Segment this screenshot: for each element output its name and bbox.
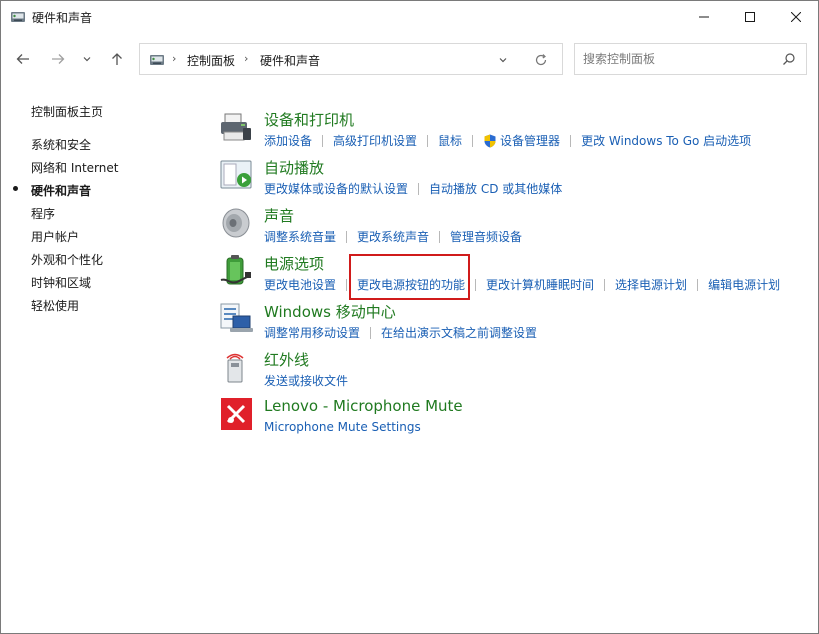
recent-locations-button[interactable]	[77, 47, 97, 71]
control-panel-icon	[149, 52, 165, 68]
change-media-defaults-link[interactable]: 更改媒体或设备的默认设置	[264, 180, 408, 197]
window-title: 硬件和声音	[32, 11, 93, 25]
sidebar-item-appearance[interactable]: 外观和个性化	[31, 251, 103, 268]
link-separator	[346, 230, 348, 243]
sound-title[interactable]: 声音	[264, 205, 294, 226]
infrared-icon[interactable]	[219, 350, 253, 384]
forward-button[interactable]	[46, 47, 70, 71]
arrow-up-icon	[112, 53, 122, 65]
devices-printers-title[interactable]: 设备和打印机	[264, 109, 354, 130]
breadcrumb-control-panel[interactable]: 控制面板	[187, 52, 235, 69]
autoplay-title[interactable]: 自动播放	[264, 157, 324, 178]
mouse-link[interactable]: 鼠标	[438, 132, 462, 149]
link-separator	[604, 278, 606, 291]
close-button[interactable]	[773, 1, 819, 33]
mobility-center-links: 调整常用移动设置 在给出演示文稿之前调整设置	[264, 324, 537, 341]
search-input[interactable]	[583, 50, 773, 68]
back-button[interactable]	[11, 47, 35, 71]
change-system-sounds-link[interactable]: 更改系统声音	[357, 228, 429, 245]
control-panel-icon	[10, 9, 26, 25]
autoplay-cd-link[interactable]: 自动播放 CD 或其他媒体	[429, 180, 562, 197]
search-icon[interactable]	[782, 52, 798, 68]
send-receive-files-link[interactable]: 发送或接收文件	[264, 372, 348, 389]
sidebar-item-system-security[interactable]: 系统和安全	[31, 136, 91, 153]
manage-audio-devices-link[interactable]: 管理音频设备	[450, 228, 522, 245]
link-separator	[370, 326, 372, 339]
title-bar[interactable]: 硬件和声音	[1, 1, 818, 33]
minimize-button[interactable]	[681, 1, 727, 33]
choose-power-plan-link[interactable]: 选择电源计划	[615, 276, 687, 293]
autoplay-icon[interactable]	[219, 158, 253, 192]
lenovo-mic-mute-links: Microphone Mute Settings	[264, 420, 421, 434]
address-dropdown-button[interactable]	[495, 52, 511, 68]
link-separator	[475, 278, 477, 291]
speaker-icon[interactable]	[219, 206, 253, 240]
address-bar[interactable]: › 控制面板 › 硬件和声音	[139, 43, 563, 75]
refresh-icon	[535, 54, 547, 66]
link-separator	[472, 134, 474, 147]
sidebar-item-clock-region[interactable]: 时钟和区域	[31, 274, 91, 291]
sidebar-item-hardware-sound[interactable]: 硬件和声音	[31, 182, 91, 199]
current-page-bullet	[13, 186, 18, 191]
presentation-settings-link[interactable]: 在给出演示文稿之前调整设置	[381, 324, 537, 341]
refresh-button[interactable]	[533, 52, 549, 68]
link-separator	[570, 134, 572, 147]
chevron-down-icon	[83, 57, 91, 62]
devices-printers-links: 添加设备 高级打印机设置 鼠标 设备管理器 更改 Windows To Go 启…	[264, 132, 751, 149]
sound-links: 调整系统音量 更改系统声音 管理音频设备	[264, 228, 522, 245]
link-separator	[418, 182, 420, 195]
search-box[interactable]	[574, 43, 807, 75]
arrow-left-icon	[16, 54, 29, 64]
device-manager-link[interactable]: 设备管理器	[500, 132, 560, 149]
breadcrumb-separator-icon[interactable]: ›	[172, 52, 176, 65]
microphone-mute-settings-link[interactable]: Microphone Mute Settings	[264, 420, 421, 434]
breadcrumb-hardware-sound[interactable]: 硬件和声音	[260, 52, 320, 69]
link-separator	[322, 134, 324, 147]
arrow-right-icon	[52, 54, 65, 64]
sidebar-item-user-accounts[interactable]: 用户帐户	[31, 228, 79, 245]
sidebar-item-network-internet[interactable]: 网络和 Internet	[31, 159, 118, 176]
maximize-button[interactable]	[727, 1, 773, 33]
add-device-link[interactable]: 添加设备	[264, 132, 312, 149]
printer-icon[interactable]	[219, 110, 253, 144]
link-separator	[439, 230, 441, 243]
chevron-down-icon	[499, 58, 507, 63]
link-separator	[346, 278, 348, 291]
sidebar-item-programs[interactable]: 程序	[31, 205, 55, 222]
link-separator	[427, 134, 429, 147]
lenovo-mic-mute-title[interactable]: Lenovo - Microphone Mute	[264, 397, 463, 415]
power-options-title[interactable]: 电源选项	[264, 253, 324, 274]
change-battery-settings-link[interactable]: 更改电池设置	[264, 276, 336, 293]
autoplay-links: 更改媒体或设备的默认设置 自动播放 CD 或其他媒体	[264, 180, 562, 197]
control-panel-window: 硬件和声音 › 控制面板 › 硬件和声音 搜索控制面板 控制面板主页 系统和安全…	[0, 0, 819, 634]
infrared-links: 发送或接收文件	[264, 372, 348, 389]
battery-plug-icon[interactable]	[219, 254, 253, 288]
link-separator	[697, 278, 699, 291]
change-sleep-time-link[interactable]: 更改计算机睡眠时间	[486, 276, 594, 293]
uac-shield-icon	[483, 134, 497, 148]
windows-to-go-link[interactable]: 更改 Windows To Go 启动选项	[581, 132, 751, 149]
sidebar-item-control-panel-home[interactable]: 控制面板主页	[31, 103, 103, 120]
mobility-center-icon[interactable]	[219, 302, 253, 336]
edit-power-plan-link[interactable]: 编辑电源计划	[708, 276, 780, 293]
breadcrumb-separator-icon[interactable]: ›	[244, 52, 248, 65]
highlight-box	[349, 254, 470, 300]
power-options-links: 更改电池设置 更改电源按钮的功能 更改计算机睡眠时间 选择电源计划 编辑电源计划	[264, 276, 780, 293]
adjust-mobility-settings-link[interactable]: 调整常用移动设置	[264, 324, 360, 341]
infrared-title[interactable]: 红外线	[264, 349, 309, 370]
adjust-volume-link[interactable]: 调整系统音量	[264, 228, 336, 245]
advanced-printer-setup-link[interactable]: 高级打印机设置	[333, 132, 417, 149]
mobility-center-title[interactable]: Windows 移动中心	[264, 301, 396, 322]
lenovo-mic-mute-icon[interactable]	[219, 398, 253, 432]
sidebar-item-ease-of-access[interactable]: 轻松使用	[31, 297, 79, 314]
up-button[interactable]	[105, 47, 129, 71]
